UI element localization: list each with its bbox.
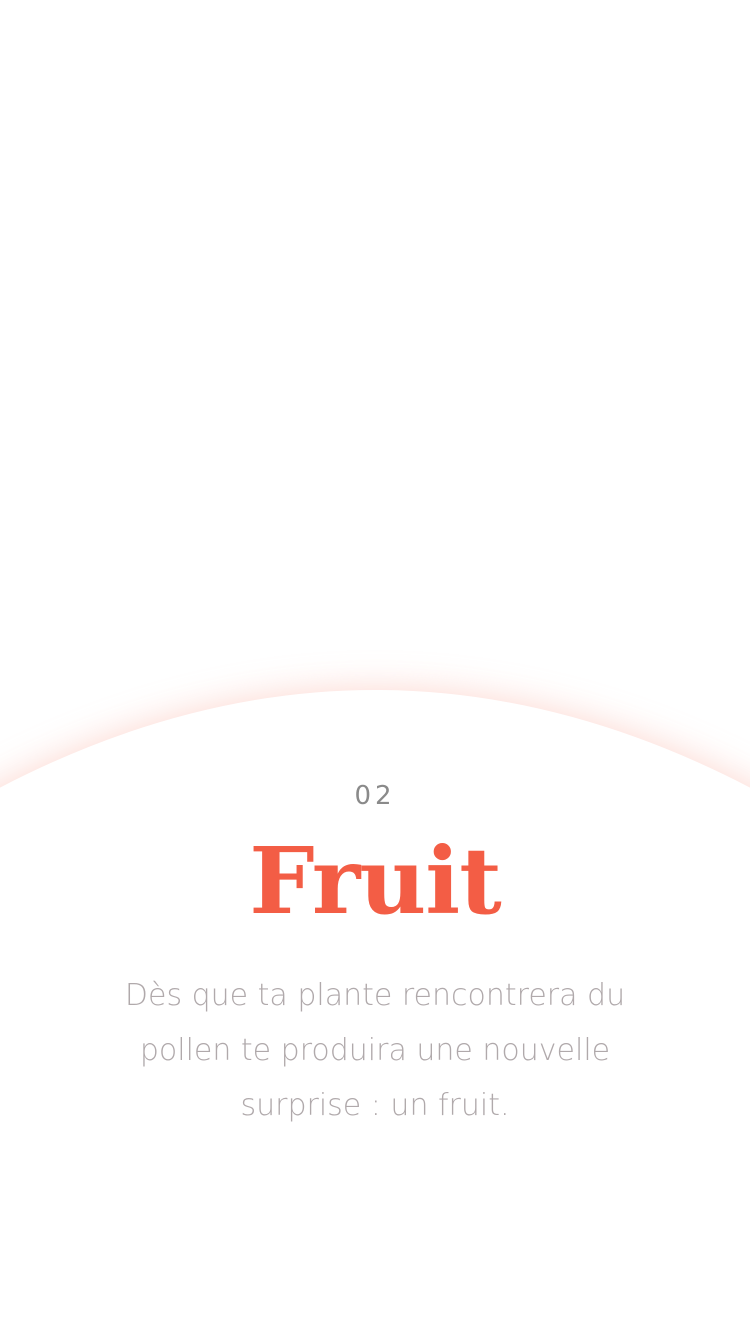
step-number: 02 xyxy=(354,781,396,811)
onboarding-screen: 02 Fruit Dès que ta plante rencontrera d… xyxy=(0,0,750,1334)
description-text: Dès que ta plante rencontrera du pollen … xyxy=(124,978,626,1123)
page-title: Fruit xyxy=(249,827,502,935)
onboarding-content: 02 Fruit Dès que ta plante rencontrera d… xyxy=(0,0,750,1334)
